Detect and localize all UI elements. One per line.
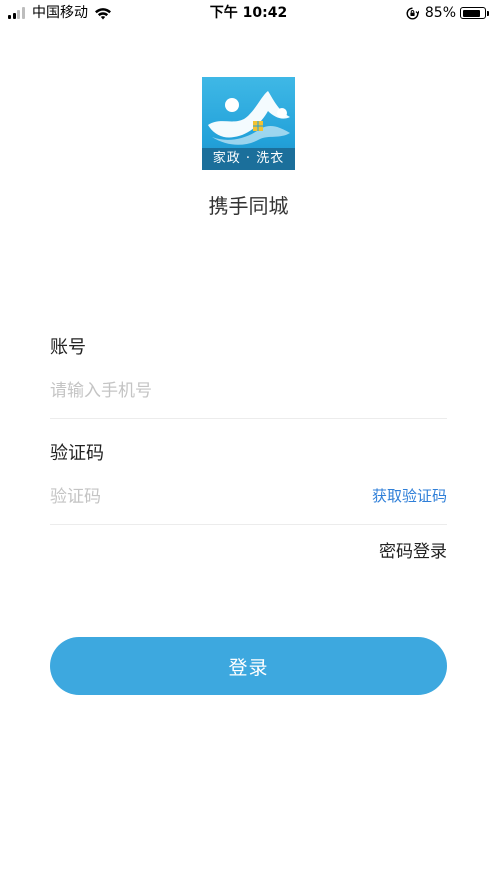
app-logo: 家政 · 洗衣 (202, 77, 295, 170)
get-code-button[interactable]: 获取验证码 (372, 486, 447, 506)
account-label: 账号 (50, 337, 86, 358)
battery-tip (487, 10, 489, 16)
code-input[interactable] (50, 482, 330, 512)
battery-percent: 85% (424, 5, 456, 21)
code-label: 验证码 (50, 443, 104, 464)
password-login-link[interactable]: 密码登录 (379, 541, 447, 563)
rotation-lock-icon (406, 7, 419, 19)
battery-icon (460, 7, 486, 19)
login-button[interactable]: 登录 (50, 637, 447, 695)
code-divider (50, 524, 447, 525)
status-right: 85% (406, 4, 489, 22)
account-divider (50, 418, 447, 419)
logo-text: 家政 · 洗衣 (202, 148, 295, 170)
phone-input[interactable] (50, 376, 350, 406)
battery-fill (462, 9, 480, 17)
login-screen: 中国移动 下午 10:42 85% 家政 · 洗衣 携手同城 账号 请输入手机号… (0, 0, 497, 883)
status-bar: 中国移动 下午 10:42 85% (0, 0, 497, 26)
app-name: 携手同城 (208, 194, 289, 218)
